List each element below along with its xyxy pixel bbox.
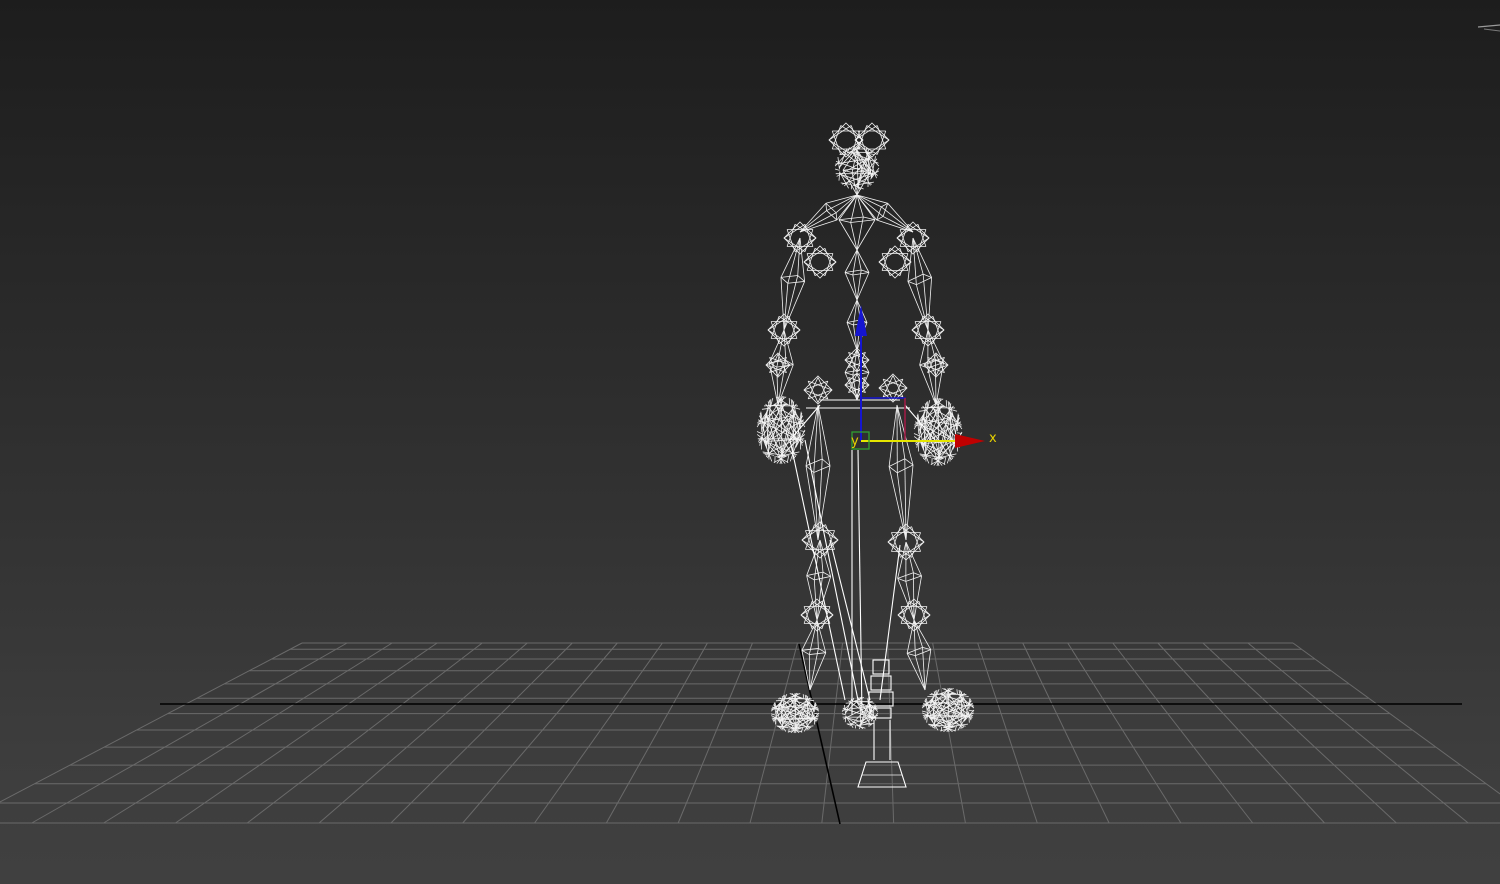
grid-line <box>175 642 438 824</box>
grid-line <box>932 642 966 824</box>
grid-line <box>534 642 663 824</box>
grid-line <box>821 642 844 824</box>
grid-line <box>605 642 708 824</box>
3d-viewport[interactable]: x y <box>0 0 1500 884</box>
ground-grid <box>0 642 1500 824</box>
x-axis-arrow-icon[interactable] <box>955 434 985 448</box>
grid-line <box>749 642 798 824</box>
grid-line <box>1022 642 1110 824</box>
grid-line <box>31 642 348 824</box>
grid-line <box>1292 642 1500 795</box>
grid-line <box>462 642 618 824</box>
biped-wireframe[interactable] <box>756 122 975 788</box>
axis-tripod-icon <box>1477 24 1500 32</box>
grid-line <box>0 642 303 803</box>
grid-line <box>1067 642 1182 824</box>
grid-line <box>318 642 528 824</box>
y-axis-label: y <box>851 434 859 449</box>
grid-line <box>1247 642 1469 824</box>
grid-line <box>977 642 1038 824</box>
viewport-scene: x y <box>0 24 1500 825</box>
grid-line <box>677 642 753 824</box>
grid-line <box>390 642 573 824</box>
x-axis-label: x <box>989 431 997 446</box>
grid-line <box>103 642 393 824</box>
grid-line <box>246 642 483 824</box>
